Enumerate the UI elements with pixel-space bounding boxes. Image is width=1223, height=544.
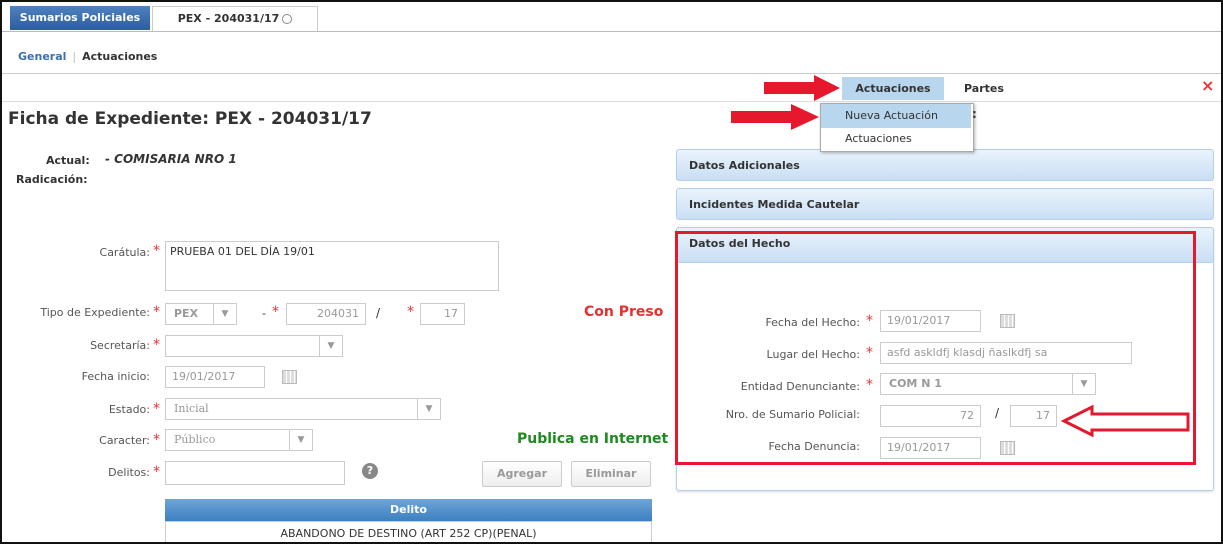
con-preso-label: Con Preso	[584, 304, 664, 320]
agregar-button[interactable]: Agregar	[482, 461, 562, 487]
caratula-label: Carátula:	[99, 246, 150, 259]
required-icon: *	[153, 337, 160, 353]
menu-item-actuaciones[interactable]: Actuaciones	[821, 128, 971, 150]
menu-item-nueva-actuacion[interactable]: Nueva Actuación	[821, 104, 971, 128]
page-title: Ficha de Expediente: PEX - 204031/17	[8, 109, 372, 129]
caracter-select[interactable]: Público ▼	[165, 429, 313, 451]
publica-internet-label: Publica en Internet	[517, 431, 669, 447]
caracter-label: Caracter:	[99, 434, 150, 447]
fecha-inicio-input[interactable]: 19/01/2017	[165, 366, 265, 388]
panel-incidentes[interactable]: Incidentes Medida Cautelar	[676, 188, 1214, 220]
required-icon: *	[272, 304, 279, 320]
radicacion-label: Radicación:	[16, 173, 88, 186]
close-icon[interactable]: ×	[1201, 76, 1214, 95]
table-row[interactable]: ABANDONO DE DESTINO (ART 252 CP)(PENAL)	[165, 521, 652, 542]
required-icon: *	[153, 304, 160, 320]
calendar-icon[interactable]	[282, 370, 297, 384]
actual-label: Actual:	[46, 154, 90, 167]
annotation-hollow-arrow-icon	[1060, 404, 1190, 438]
help-icon[interactable]: ?	[362, 463, 378, 479]
chevron-down-icon: ▼	[213, 304, 236, 324]
subnav-actuaciones[interactable]: Actuaciones	[82, 50, 157, 63]
app-frame: Sumarios Policiales PEX - 204031/17 Gene…	[0, 0, 1223, 544]
tipo-expediente-select[interactable]: PEX ▼	[165, 303, 237, 325]
anio-expediente-input[interactable]: 17	[420, 303, 465, 325]
delitos-label: Delitos:	[108, 466, 150, 479]
chevron-down-icon: ▼	[319, 336, 342, 356]
secretaria-select[interactable]: ▼	[165, 335, 343, 357]
estado-label: Estado:	[108, 403, 150, 416]
tab-sumarios-policiales[interactable]: Sumarios Policiales	[10, 6, 150, 30]
tipo-expediente-value: PEX	[174, 307, 199, 320]
estado-select[interactable]: Inicial ▼	[165, 398, 441, 420]
actual-value: - COMISARIA NRO 1	[105, 152, 237, 166]
required-icon: *	[153, 243, 160, 259]
divider	[2, 101, 1221, 102]
estado-value: Inicial	[174, 402, 209, 415]
tab-close-circle-icon[interactable]	[282, 14, 293, 24]
required-icon: *	[153, 432, 160, 448]
tab-expediente[interactable]: PEX - 204031/17	[152, 6, 318, 31]
numero-expediente-input[interactable]: 204031	[286, 303, 366, 325]
slash: /	[376, 306, 381, 320]
chevron-down-icon: ▼	[289, 430, 312, 450]
tipo-dash: -	[262, 307, 266, 320]
subnav-separator: |	[72, 50, 77, 63]
delitos-input[interactable]	[165, 461, 345, 485]
caratula-textarea[interactable]: PRUEBA 01 DEL DÍA 19/01	[165, 241, 499, 291]
tab-expediente-label: PEX - 204031/17	[177, 12, 280, 25]
annotation-arrow-icon	[764, 75, 840, 101]
fecha-inicio-label: Fecha inicio:	[81, 370, 150, 383]
menu-actuaciones[interactable]: Actuaciones	[842, 77, 944, 100]
panel-datos-adicionales[interactable]: Datos Adicionales	[676, 149, 1214, 181]
required-icon: *	[153, 401, 160, 417]
annotation-arrow-icon	[731, 104, 819, 130]
secretaria-label: Secretaría:	[90, 339, 150, 352]
table-header-delito: Delito	[165, 499, 652, 521]
required-icon: *	[407, 304, 414, 320]
chevron-down-icon: ▼	[417, 399, 440, 419]
eliminar-button[interactable]: Eliminar	[571, 461, 651, 487]
caracter-value: Público	[174, 433, 216, 446]
colon-label: :	[972, 107, 977, 121]
required-icon: *	[153, 464, 160, 480]
menu-partes[interactable]: Partes	[964, 82, 1004, 95]
divider	[2, 73, 1221, 74]
subnav-general[interactable]: General	[18, 50, 66, 63]
tipo-expediente-label: Tipo de Expediente:	[40, 306, 150, 319]
subnav: General | Actuaciones	[18, 50, 157, 63]
actuaciones-dropdown-menu: Nueva Actuación Actuaciones	[820, 103, 974, 152]
